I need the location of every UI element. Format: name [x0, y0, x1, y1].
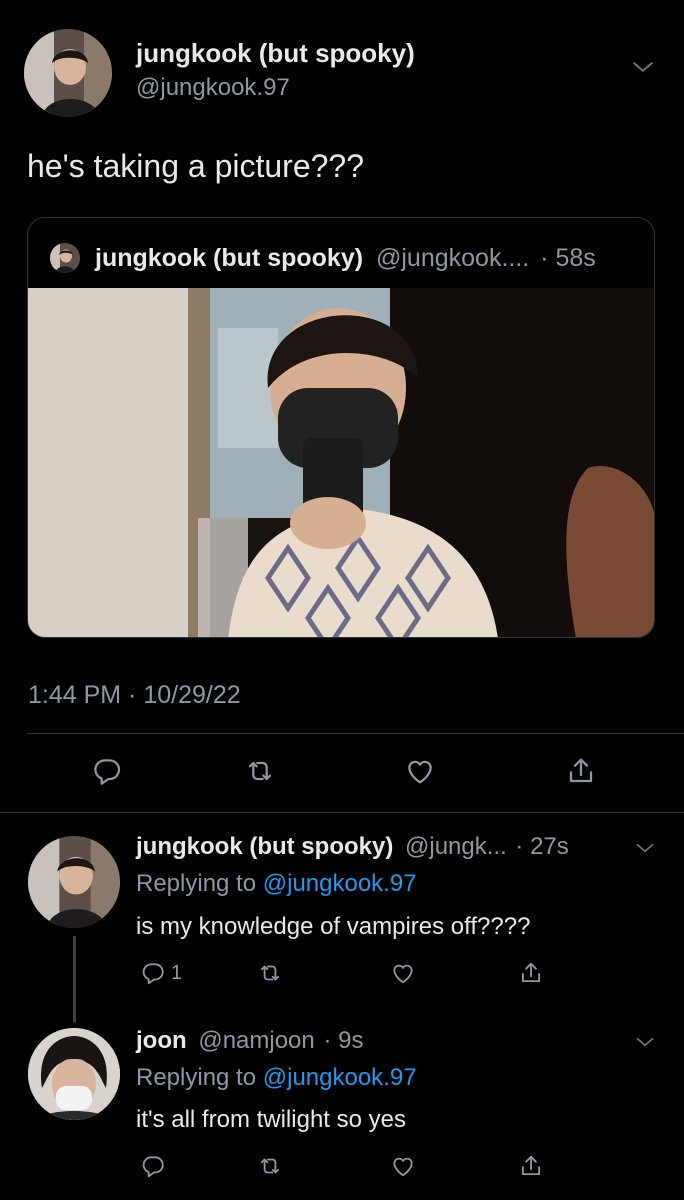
author-display-name[interactable]: jungkook (but spooky) — [136, 38, 415, 69]
retweet-icon[interactable] — [244, 755, 276, 787]
reply-text: it's all from twilight so yes — [136, 1106, 406, 1133]
reply-author-avatar[interactable] — [28, 836, 120, 928]
reply-handle[interactable]: @namjoon — [198, 1027, 314, 1054]
quoted-time: · 58s — [540, 244, 596, 272]
quoted-avatar-photo-icon — [50, 243, 80, 273]
avatar-photo-icon — [28, 836, 120, 928]
retweet-icon[interactable] — [257, 1153, 283, 1179]
reply-author-avatar[interactable] — [28, 1028, 120, 1120]
divider — [0, 812, 684, 813]
reply-header: jungkook (but spooky) @jungk... · 27s — [136, 833, 569, 861]
quoted-author-avatar — [50, 243, 80, 273]
tweet-timestamp[interactable]: 1:44 PM · 10/29/22 — [28, 681, 241, 710]
like-icon[interactable] — [404, 755, 436, 787]
replying-to-handle[interactable]: @jungkook.97 — [263, 870, 417, 897]
reply-icon[interactable] — [91, 755, 123, 787]
reply-menu-chevron-icon[interactable] — [632, 835, 658, 861]
quoted-display-name: jungkook (but spooky) — [95, 244, 364, 272]
reply-count: 1 — [171, 962, 183, 984]
tweet-menu-chevron-icon[interactable] — [628, 52, 658, 82]
replying-to-handle[interactable]: @jungkook.97 — [263, 1064, 417, 1091]
share-icon[interactable] — [565, 755, 597, 787]
reply-display-name[interactable]: joon — [136, 1027, 187, 1054]
quoted-handle: @jungkook.... — [376, 244, 530, 272]
replying-to-line: Replying to @jungkook.97 — [136, 870, 417, 898]
like-icon[interactable] — [390, 1153, 416, 1179]
reply-display-name[interactable]: jungkook (but spooky) — [136, 833, 393, 860]
quoted-tweet-card[interactable]: jungkook (but spooky) @jungkook.... · 58… — [27, 217, 655, 638]
avatar-photo-icon — [24, 29, 112, 117]
mirror-selfie-image-icon — [28, 288, 654, 637]
avatar-masked-person-icon — [28, 1028, 120, 1120]
replying-to-label: Replying to — [136, 870, 257, 897]
replying-to-label: Replying to — [136, 1064, 257, 1091]
reply-icon[interactable] — [140, 1153, 166, 1179]
replying-to-line: Replying to @jungkook.97 — [136, 1064, 417, 1092]
thread-connector-line — [73, 936, 76, 1022]
reply-handle[interactable]: @jungk... — [405, 833, 507, 860]
like-icon[interactable] — [390, 960, 416, 986]
tweet-text: he's taking a picture??? — [27, 148, 364, 184]
retweet-icon[interactable] — [257, 960, 283, 986]
divider — [27, 733, 684, 734]
quoted-tweet-photo[interactable] — [28, 288, 654, 637]
reply-time: · 27s — [515, 833, 569, 860]
reply-text: is my knowledge of vampires off???? — [136, 913, 531, 940]
reply-menu-chevron-icon[interactable] — [632, 1029, 658, 1055]
reply-icon[interactable] — [140, 960, 166, 986]
share-icon[interactable] — [518, 1153, 544, 1179]
author-avatar[interactable] — [24, 29, 112, 117]
reply-header: joon @namjoon · 9s — [136, 1027, 363, 1055]
author-handle[interactable]: @jungkook.97 — [136, 74, 290, 102]
share-icon[interactable] — [518, 960, 544, 986]
reply-time: · 9s — [323, 1027, 364, 1054]
